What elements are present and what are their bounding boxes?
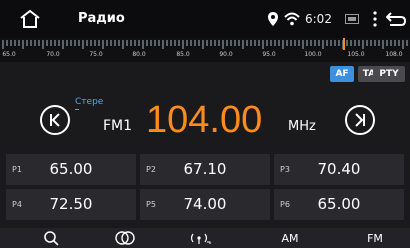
preset-frequency: 74.00 (183, 195, 227, 213)
stereo-button[interactable] (110, 228, 140, 248)
preset-frequency: 65.00 (317, 195, 361, 213)
seek-next-button[interactable] (345, 105, 375, 135)
seek-prev-icon (50, 113, 60, 127)
band-label: FM1 (103, 118, 133, 134)
stereo-underline (75, 109, 79, 110)
scale-label: 65.0 (2, 51, 16, 58)
seek-prev-button[interactable] (40, 105, 70, 135)
af-button[interactable]: AF (330, 66, 354, 82)
search-button[interactable] (36, 228, 66, 248)
location-icon (268, 12, 278, 26)
fm-band-button[interactable]: FM (355, 228, 395, 248)
bottom-toolbar: AM FM (0, 228, 410, 248)
preset-grid: P1 65.00 P2 67.10 P3 70.40 P4 72.50 P5 7… (6, 154, 404, 222)
menu-dots-icon[interactable] (373, 11, 377, 27)
stereo-icon (115, 231, 135, 245)
screen-icon[interactable] (345, 14, 359, 24)
antenna-button[interactable] (186, 228, 216, 248)
preset-button[interactable]: P3 70.40 (274, 154, 404, 185)
preset-frequency: 72.50 (49, 195, 93, 213)
scale-label: 90.0 (219, 51, 233, 58)
back-icon[interactable] (386, 11, 406, 27)
home-icon[interactable] (18, 8, 42, 30)
am-band-button[interactable]: AM (270, 228, 310, 248)
frequency-display: 104.00 (146, 99, 263, 141)
scale-label: 85.0 (176, 51, 190, 58)
tuning-needle[interactable] (343, 38, 345, 50)
radio-app: Радио 6:02 65.0 70.0 75.0 80.0 85.0 90.0… (0, 0, 410, 248)
preset-button[interactable]: P4 72.50 (6, 189, 136, 220)
search-icon (44, 231, 59, 246)
scale-label: 80.0 (132, 51, 146, 58)
antenna-icon (190, 233, 211, 244)
scale-label: 75.0 (89, 51, 103, 58)
preset-frequency: 65.00 (49, 160, 93, 178)
scale-ticks (2, 40, 408, 49)
am-label: AM (281, 231, 299, 245)
scale-label: 95.0 (262, 51, 276, 58)
app-title: Радио (78, 11, 125, 26)
wifi-icon (284, 12, 300, 26)
frequency-scale[interactable]: 65.0 70.0 75.0 80.0 85.0 90.0 95.0 100.0… (0, 38, 410, 62)
fm-label: FM (367, 231, 383, 245)
clock: 6:02 (305, 12, 332, 26)
frequency-unit: MHz (288, 119, 316, 134)
preset-button[interactable]: P2 67.10 (140, 154, 270, 185)
preset-button[interactable]: P6 65.00 (274, 189, 404, 220)
scale-label: 100.0 (304, 51, 322, 58)
scale-label: 70.0 (46, 51, 60, 58)
preset-button[interactable]: P1 65.00 (6, 154, 136, 185)
seek-next-icon (355, 113, 365, 127)
scale-label: 108.0 (385, 51, 403, 58)
preset-frequency: 67.10 (183, 160, 227, 178)
preset-frequency: 70.40 (317, 160, 361, 178)
status-bar: Радио 6:02 (0, 0, 410, 38)
scale-label: 105.0 (347, 51, 365, 58)
stereo-indicator: Стере (75, 97, 104, 107)
preset-button[interactable]: P5 74.00 (140, 189, 270, 220)
pty-button[interactable]: PTY (373, 66, 405, 82)
